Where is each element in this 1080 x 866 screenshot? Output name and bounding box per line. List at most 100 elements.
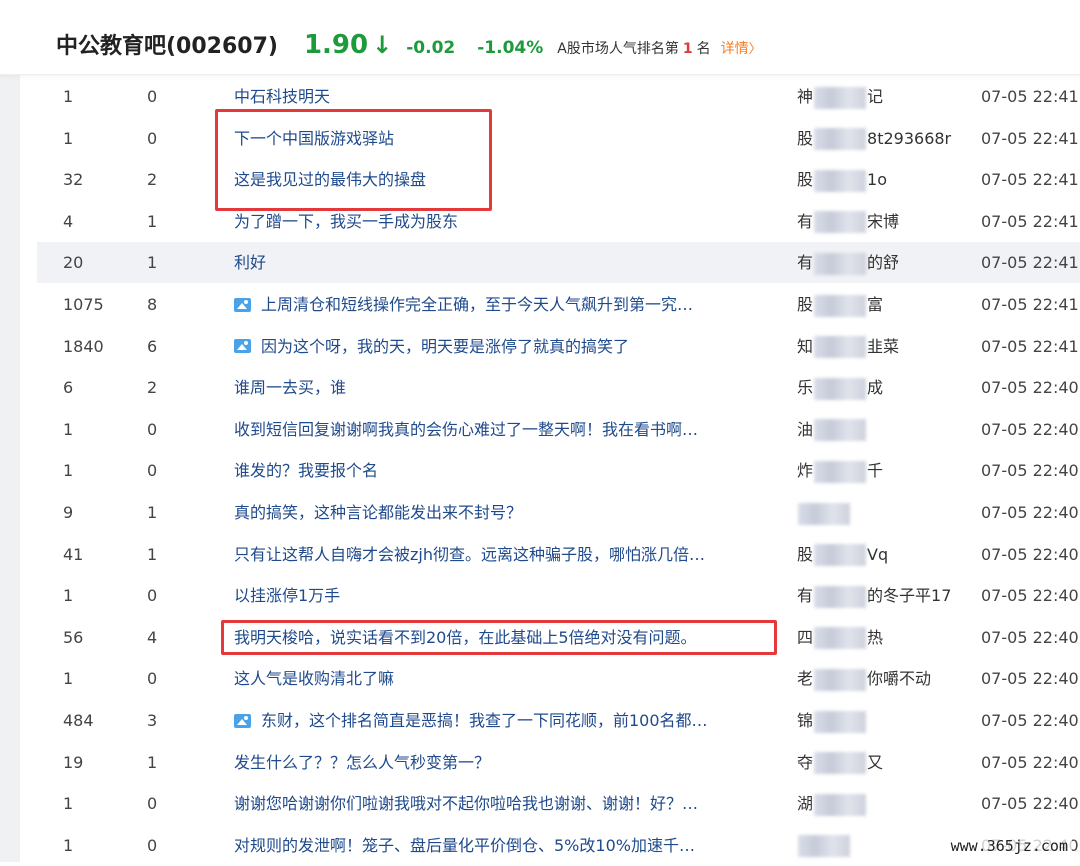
author-link[interactable]: 湖: [797, 783, 867, 824]
author-link[interactable]: [797, 492, 851, 533]
blurred-author-mask: [814, 336, 867, 359]
reply-count: 6: [147, 336, 158, 356]
post-row[interactable]: 19 1 发生什么了？？怎么人气秒变第一？夺又 07-05 22:40: [37, 742, 1080, 783]
author-link[interactable]: 炸千: [797, 450, 883, 491]
author-link[interactable]: 股 Vq: [797, 534, 888, 575]
blurred-author-mask: [798, 835, 850, 858]
post-title-link[interactable]: 以挂涨停1万手: [234, 575, 340, 616]
post-title-link[interactable]: 只有让这帮人自嗨才会被zjh彻查。远离这种骗子股，哪怕涨几倍…: [234, 534, 705, 575]
post-title: 收到短信回复谢谢啊我真的会伤心难过了一整天啊！我在看书啊…: [234, 419, 699, 439]
post-row[interactable]: 1 0 以挂涨停1万手 有 的冬子平17 07-05 22:40: [37, 575, 1080, 616]
forum-title[interactable]: 中公教育吧(002607): [56, 28, 278, 60]
post-row[interactable]: 4 1 为了蹭一下，我买一手成为股东有宋博 07-05 22:41: [37, 201, 1080, 242]
author-name-end: 记: [867, 87, 884, 106]
post-title: 利好: [234, 253, 267, 273]
highlight-box: [215, 109, 492, 211]
author-link[interactable]: 股 8t293668r: [797, 118, 951, 159]
post-row[interactable]: 1 0 谁发的？我要报个名炸千 07-05 22:40: [37, 450, 1080, 491]
rank-prefix: A股市场人气排名第: [557, 41, 679, 57]
author-name-end: Vq: [867, 544, 889, 564]
author-link[interactable]: 锦: [797, 700, 867, 741]
post-title-link[interactable]: 谁发的？我要报个名: [234, 450, 378, 491]
post-title: 真的搞笑，这种言论都能发出来不封号？: [234, 503, 523, 522]
reply-count: 4: [147, 627, 158, 647]
reply-count: 1: [147, 253, 158, 273]
post-title-link[interactable]: 利好: [234, 242, 266, 283]
blurred-author-mask: [814, 419, 867, 442]
reply-count: 0: [147, 128, 158, 148]
author-name-start: 有: [797, 211, 814, 231]
post-title-link[interactable]: 谢谢您哈谢谢你们啦谢我哦对不起你啦哈我也谢谢、谢谢！好？…: [234, 783, 698, 824]
author-name-start: 油: [797, 419, 814, 439]
post-title-link[interactable]: 这人气是收购清北了嘛: [234, 658, 394, 699]
author-name-start: 股: [797, 128, 814, 148]
post-title-link[interactable]: 对规则的发泄啊！笼子、盘后量化平价倒仓、5%改10%加速千…: [234, 825, 695, 866]
highlight-box: [221, 620, 777, 655]
reply-count: 1: [147, 503, 158, 522]
author-link[interactable]: 老 你嚼不动: [797, 658, 931, 699]
post-row[interactable]: 484 3 东财，这个排名简直是恶搞！我查了一下同花顺，前100名都… 锦 07-05 …: [37, 700, 1080, 741]
reply-count: 0: [147, 794, 158, 814]
post-title: 上周清仓和短线操作完全正确，至于今天人气飙升到第一究…: [261, 295, 694, 314]
author-link[interactable]: 股 1o: [797, 159, 887, 200]
post-time: 07-05 22:40: [981, 419, 1079, 439]
post-row[interactable]: 1 0 这人气是收购清北了嘛 老 你嚼不动 07-05 22:40: [37, 658, 1080, 699]
read-count: 1: [63, 128, 74, 148]
chevron-right-icon: 〉: [748, 42, 762, 57]
post-time: 07-05 22:40: [981, 752, 1079, 772]
author-link[interactable]: [797, 825, 851, 866]
author-link[interactable]: 油: [797, 409, 867, 450]
post-row[interactable]: 41 1 只有让这帮人自嗨才会被zjh彻查。远离这种骗子股，哪怕涨几倍… 股 Vq 07-…: [37, 534, 1080, 575]
author-link[interactable]: 夺又: [797, 742, 883, 783]
post-title-link[interactable]: 谁周一去买，谁: [234, 367, 346, 408]
author-link[interactable]: 四热: [797, 617, 883, 658]
author-name-start: 有: [797, 253, 814, 273]
image-icon: [234, 339, 251, 354]
reply-count: 8: [147, 295, 158, 314]
reply-count: 0: [147, 669, 158, 689]
post-row[interactable]: 10对规则的发泄啊！笼子、盘后量化平价倒仓、5%改10%加速千…07-05 22…: [37, 825, 1080, 866]
post-title-link[interactable]: 因为这个呀，我的天，明天要是涨停了就真的搞笑了: [234, 326, 629, 367]
author-link[interactable]: 神记: [797, 76, 883, 117]
post-title: 只有让这帮人自嗨才会被zjh彻查。远离这种骗子股，哪怕涨几倍…: [234, 544, 705, 564]
post-title-link[interactable]: 上周清仓和短线操作完全正确，至于今天人气飙升到第一究…: [234, 284, 693, 325]
blurred-author-mask: [814, 169, 867, 192]
post-row[interactable]: 1 0 谢谢您哈谢谢你们啦谢我哦对不起你啦哈我也谢谢、谢谢！好？… 湖 07-05 22…: [37, 783, 1080, 824]
post-time: 07-05 22:41: [981, 128, 1079, 148]
author-name-start: 股: [797, 544, 814, 564]
reply-count: 1: [147, 544, 158, 564]
blurred-author-mask: [814, 460, 867, 483]
read-count: 20: [63, 253, 84, 273]
post-title: 对规则的发泄啊！笼子、盘后量化平价倒仓、5%改10%加速千…: [234, 835, 695, 855]
author-name-start: 股: [797, 170, 814, 190]
post-title: 发生什么了？？怎么人气秒变第一？: [234, 752, 491, 772]
post-title-link[interactable]: 东财，这个排名简直是恶搞！我查了一下同花顺，前100名都…: [234, 700, 708, 741]
author-name-start: 神: [797, 87, 814, 106]
blurred-author-mask: [814, 585, 867, 608]
detail-link[interactable]: 详情〉: [721, 38, 762, 58]
post-title-link[interactable]: 真的搞笑，这种言论都能发出来不封号？: [234, 492, 522, 533]
post-row[interactable]: 1 0 中石科技明天神记 07-05 22:41: [37, 76, 1080, 117]
author-link[interactable]: 有 宋博: [797, 201, 899, 242]
post-row[interactable]: 1 0 下一个中国版游戏驿站股 8t293668r 07-05 22:41: [37, 118, 1080, 159]
post-time: 07-05 22:40: [981, 544, 1079, 564]
author-link[interactable]: 有 的舒: [797, 242, 899, 283]
author-link[interactable]: 知 韭菜: [797, 326, 899, 367]
post-row[interactable]: 20 1 利好 有 的舒 07-05 22:41: [37, 242, 1080, 284]
author-link[interactable]: 股富: [797, 284, 883, 325]
post-title: 以挂涨停1万手: [234, 586, 341, 606]
read-count: 6: [63, 378, 74, 398]
reply-count: 0: [147, 835, 158, 855]
post-title-link[interactable]: 发生什么了？？怎么人气秒变第一？: [234, 742, 490, 783]
reply-count: 1: [147, 752, 158, 772]
post-title-link[interactable]: 收到短信回复谢谢啊我真的会伤心难过了一整天啊！我在看书啊…: [234, 409, 698, 450]
post-row[interactable]: 1075 8 上周清仓和短线操作完全正确，至于今天人气飙升到第一究… 股富 07-05 …: [37, 284, 1080, 325]
rank-suffix: 名: [696, 41, 711, 57]
post-row[interactable]: 1840 6 因为这个呀，我的天，明天要是涨停了就真的搞笑了 知 韭菜 07-05 22:…: [37, 326, 1080, 367]
post-row[interactable]: 6 2 谁周一去买，谁乐成 07-05 22:40: [37, 367, 1080, 408]
post-row[interactable]: 1 0 收到短信回复谢谢啊我真的会伤心难过了一整天啊！我在看书啊… 油 07-05 22…: [37, 409, 1080, 450]
author-link[interactable]: 乐成: [797, 367, 883, 408]
author-link[interactable]: 有 的冬子平17: [797, 575, 951, 616]
post-row[interactable]: 32 2 这是我见过的最伟大的操盘股 1o 07-05 22:41: [37, 159, 1080, 200]
post-row[interactable]: 9 1 真的搞笑，这种言论都能发出来不封号？ 07-05 22:40: [37, 492, 1080, 533]
